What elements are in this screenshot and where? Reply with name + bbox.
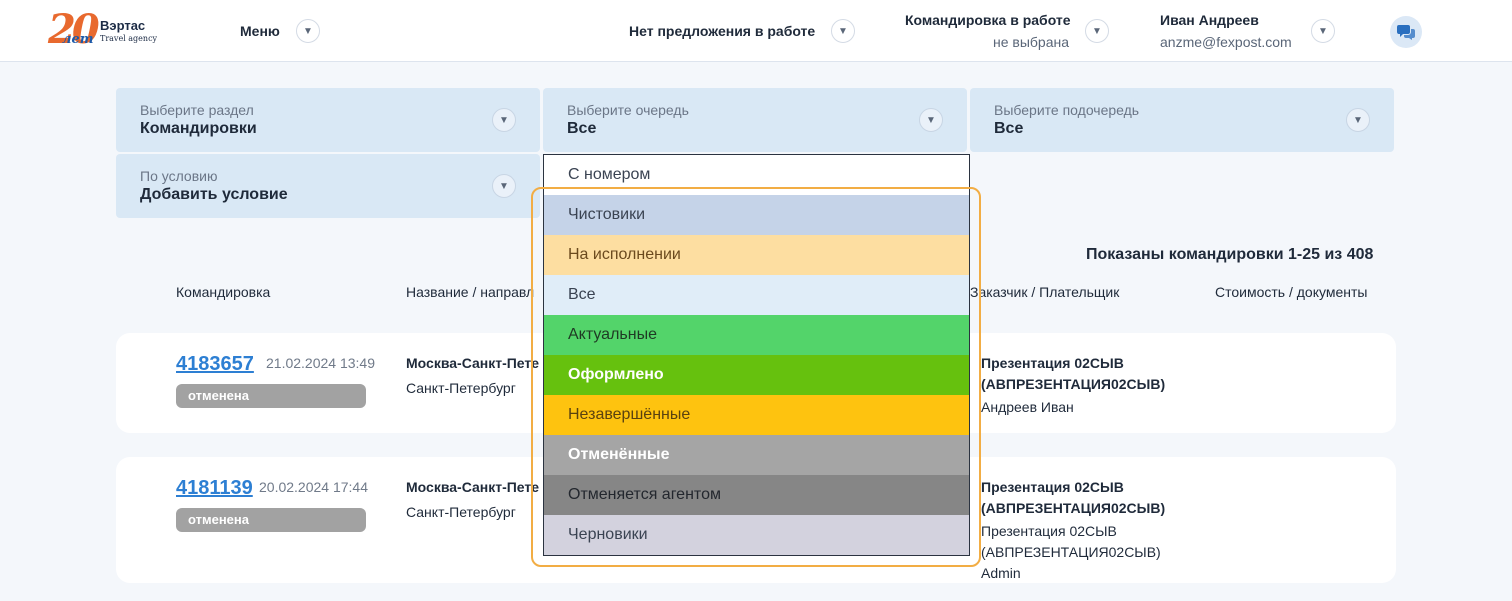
trip-date: 20.02.2024 17:44	[259, 479, 368, 495]
queue-select-label: Выберите очередь	[567, 102, 689, 118]
offer-status-label[interactable]: Нет предложения в работе	[629, 23, 815, 39]
offer-chevron-down-icon[interactable]: ▼	[831, 19, 855, 43]
queue-select[interactable]: Выберите очередь Все ▼	[543, 88, 967, 152]
payer-name: Андреев Иван	[981, 399, 1074, 415]
trip-id-link[interactable]: 4181139	[176, 477, 253, 500]
subqueue-chevron-down-icon[interactable]: ▼	[1346, 108, 1370, 132]
results-count: Показаны командировки 1-25 из 408	[1086, 246, 1374, 263]
column-header-name[interactable]: Название / направл	[406, 284, 534, 300]
customer-code: (АВПРЕЗЕНТАЦИЯ02СЫВ)	[981, 500, 1166, 516]
column-header-customer[interactable]: Заказчик / Плательщик	[970, 284, 1119, 300]
payer-name: Презентация 02СЫВ	[981, 523, 1117, 539]
trip-in-work-value: не выбрана	[993, 34, 1070, 50]
queue-dropdown-menu: С номером Чистовики На исполнении Все Актуал…	[543, 154, 970, 556]
trip-chevron-down-icon[interactable]: ▼	[1085, 19, 1109, 43]
section-select-value: Командировки	[140, 120, 257, 137]
queue-option[interactable]: Отменённые	[544, 435, 969, 475]
queue-option[interactable]: Актуальные	[544, 315, 969, 355]
customer-name: Презентация 02СЫВ	[981, 355, 1124, 371]
logo-name: Вэртас	[100, 18, 146, 33]
chat-icon	[1397, 25, 1415, 40]
subqueue-select[interactable]: Выберите подочередь Все ▼	[970, 88, 1394, 152]
menu-label[interactable]: Меню	[240, 23, 280, 39]
section-select[interactable]: Выберите раздел Командировки ▼	[116, 88, 540, 152]
top-header: 20 лет Вэртас Travel agency Меню ▼ Нет п…	[0, 0, 1512, 62]
queue-option[interactable]: Оформлено	[544, 355, 969, 395]
trip-city: Санкт-Петербург	[406, 380, 516, 396]
column-header-cost[interactable]: Стоимость / документы	[1215, 284, 1367, 300]
trip-route: Москва-Санкт-Пете	[406, 479, 540, 495]
trip-id-link[interactable]: 4183657	[176, 353, 254, 376]
user-email: anzme@fexpost.com	[1160, 34, 1292, 50]
subqueue-select-label: Выберите подочередь	[994, 102, 1140, 118]
customer-code: (АВПРЕЗЕНТАЦИЯ02СЫВ)	[981, 376, 1166, 392]
trip-city: Санкт-Петербург	[406, 504, 516, 520]
logo-tagline: Travel agency	[100, 34, 158, 43]
status-badge: отменена	[176, 384, 366, 408]
condition-select-value: Добавить условие	[140, 186, 288, 203]
queue-option[interactable]: Все	[544, 275, 969, 315]
section-select-label: Выберите раздел	[140, 102, 254, 118]
condition-select-label: По условию	[140, 168, 218, 184]
company-logo[interactable]: 20 лет Вэртас Travel agency	[48, 6, 158, 54]
queue-option[interactable]: Незавершённые	[544, 395, 969, 435]
payer-code: (АВПРЕЗЕНТАЦИЯ02СЫВ)	[981, 544, 1161, 560]
queue-option[interactable]: С номером	[544, 155, 969, 195]
condition-chevron-down-icon[interactable]: ▼	[492, 174, 516, 198]
trip-date: 21.02.2024 13:49	[266, 355, 375, 371]
trip-in-work-label: Командировка в работе	[905, 12, 1071, 28]
customer-name: Презентация 02СЫВ	[981, 479, 1124, 495]
section-chevron-down-icon[interactable]: ▼	[492, 108, 516, 132]
queue-option[interactable]: Отменяется агентом	[544, 475, 969, 515]
logo-suffix: лет	[62, 32, 94, 47]
queue-chevron-down-icon[interactable]: ▼	[919, 108, 943, 132]
condition-select[interactable]: По условию Добавить условие ▼	[116, 154, 540, 218]
queue-option[interactable]: На исполнении	[544, 235, 969, 275]
menu-chevron-down-icon[interactable]: ▼	[296, 19, 320, 43]
queue-select-value: Все	[567, 120, 597, 137]
trip-route: Москва-Санкт-Пете	[406, 355, 540, 371]
status-badge: отменена	[176, 508, 366, 532]
queue-option[interactable]: Чистовики	[544, 195, 969, 235]
user-chevron-down-icon[interactable]: ▼	[1311, 19, 1335, 43]
queue-option[interactable]: Черновики	[544, 515, 969, 555]
column-header-trip[interactable]: Командировка	[176, 284, 270, 300]
user-name: Иван Андреев	[1160, 12, 1259, 28]
subqueue-select-value: Все	[994, 120, 1024, 137]
payer-user: Admin	[981, 565, 1021, 581]
chat-button[interactable]	[1390, 16, 1422, 48]
